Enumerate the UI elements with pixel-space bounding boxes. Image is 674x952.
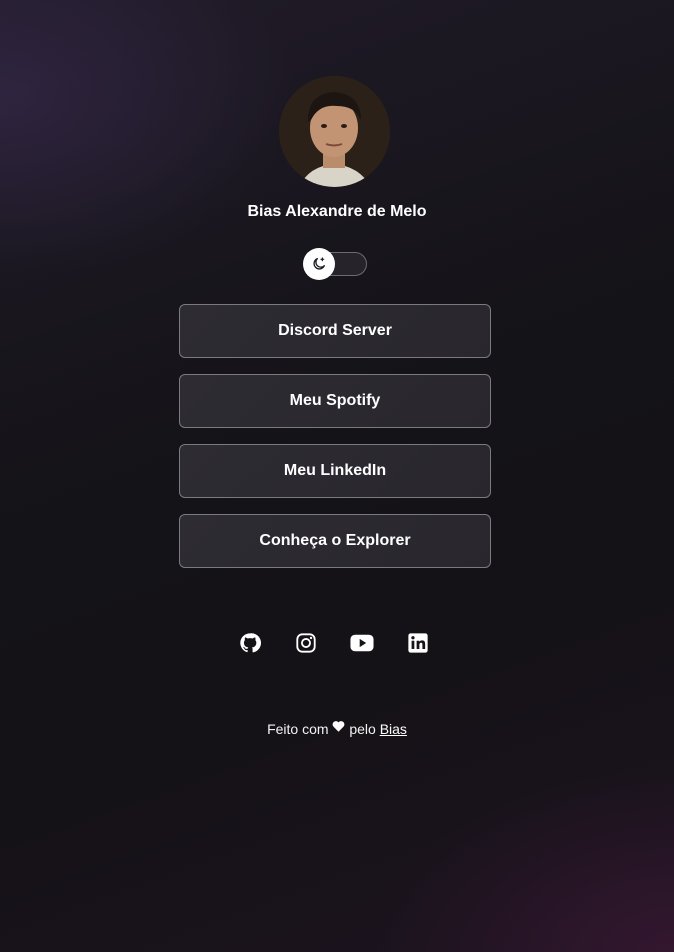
author-link[interactable]: Bias: [380, 721, 407, 737]
youtube-icon: [350, 634, 374, 652]
instagram-icon: [296, 633, 316, 653]
discord-server-button[interactable]: Discord Server: [179, 304, 491, 358]
avatar: [279, 76, 390, 187]
youtube-link[interactable]: [350, 631, 374, 655]
avatar-photo: [279, 76, 390, 187]
linkedin-link[interactable]: [406, 631, 430, 655]
toggle-knob[interactable]: [303, 248, 335, 280]
linkedin-icon: [408, 633, 428, 653]
heart-icon: [333, 721, 345, 732]
instagram-link[interactable]: [294, 631, 318, 655]
theme-toggle[interactable]: [303, 248, 367, 280]
linkedin-button[interactable]: Meu LinkedIn: [179, 444, 491, 498]
github-link[interactable]: [238, 631, 262, 655]
profile-name: Bias Alexandre de Melo: [247, 203, 427, 220]
github-icon: [240, 633, 261, 653]
footer-prefix: Feito com: [267, 721, 329, 737]
footer: Feito com pelo Bias: [0, 720, 674, 737]
links-list: Discord Server Meu Spotify Meu LinkedIn …: [179, 304, 491, 584]
moon-stars-icon: [313, 257, 325, 270]
footer-middle: pelo: [349, 721, 376, 737]
social-links: [238, 631, 438, 657]
spotify-button[interactable]: Meu Spotify: [179, 374, 491, 428]
explorer-button[interactable]: Conheça o Explorer: [179, 514, 491, 568]
